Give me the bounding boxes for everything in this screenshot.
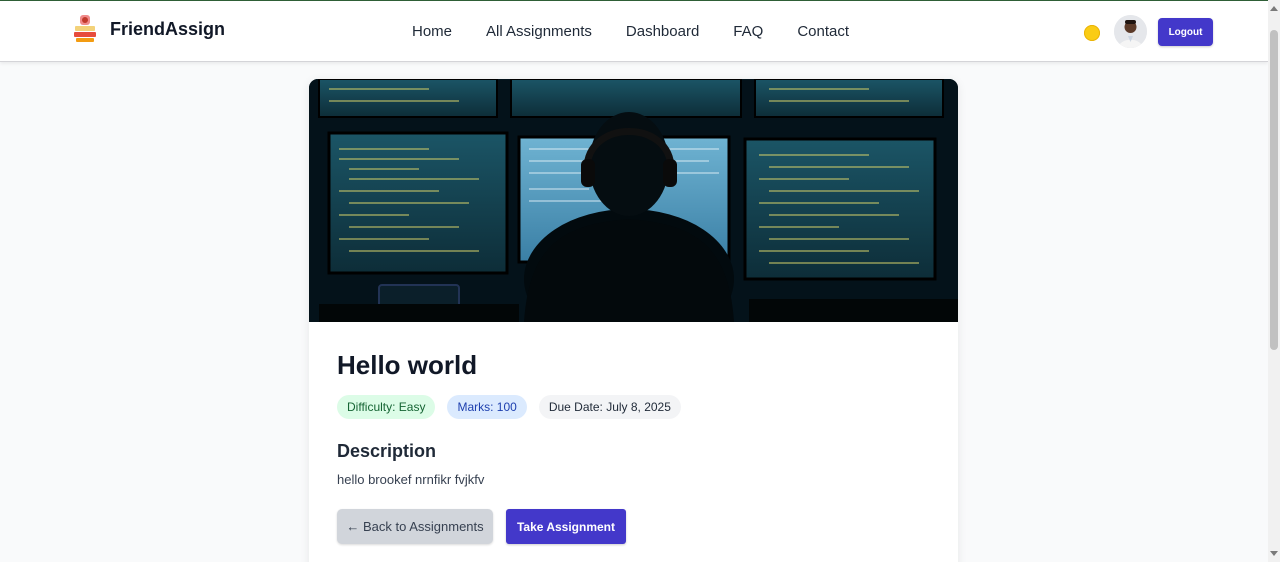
brand[interactable]: FriendAssign	[72, 13, 225, 45]
assignment-details: Hello world Difficulty: Easy Marks: 100 …	[337, 349, 937, 488]
theme-toggle-icon[interactable]	[1084, 25, 1100, 41]
navbar: FriendAssign Home All Assignments Dashbo…	[0, 1, 1268, 62]
nav-home[interactable]: Home	[412, 23, 452, 40]
brand-name: FriendAssign	[110, 18, 226, 39]
main-nav: Home All Assignments Dashboard FAQ Conta…	[412, 23, 849, 40]
description-text: hello brookef nrnfikr fvjkfv	[337, 472, 485, 487]
due-date-badge: Due Date: July 8, 2025	[538, 395, 681, 419]
vertical-scrollbar[interactable]	[1268, 0, 1280, 562]
nav-dashboard[interactable]: Dashboard	[626, 23, 699, 40]
description-heading: Description	[337, 441, 437, 461]
difficulty-badge: Difficulty: Easy	[337, 395, 436, 419]
back-to-assignments-button[interactable]: ← Back to Assignments	[337, 509, 493, 544]
assignment-actions: ← Back to Assignments Take Assignment	[337, 509, 626, 544]
assignment-badges: Difficulty: Easy Marks: 100 Due Date: Ju…	[337, 395, 937, 419]
assignment-title: Hello world	[337, 350, 478, 380]
nav-all-assignments[interactable]: All Assignments	[486, 23, 592, 40]
scroll-up-arrow-icon[interactable]	[1270, 6, 1278, 11]
marks-badge: Marks: 100	[447, 395, 527, 419]
scroll-down-arrow-icon[interactable]	[1270, 551, 1278, 556]
nav-contact[interactable]: Contact	[797, 23, 849, 40]
assignment-image	[309, 79, 958, 322]
user-avatar[interactable]	[1114, 15, 1147, 48]
take-assignment-button[interactable]: Take Assignment	[506, 509, 626, 544]
logo-icon	[72, 13, 98, 45]
scrollbar-thumb[interactable]	[1270, 30, 1278, 350]
assignment-card: Hello world Difficulty: Easy Marks: 100 …	[309, 79, 958, 562]
logout-button[interactable]: Logout	[1158, 18, 1213, 46]
nav-faq[interactable]: FAQ	[733, 23, 763, 40]
